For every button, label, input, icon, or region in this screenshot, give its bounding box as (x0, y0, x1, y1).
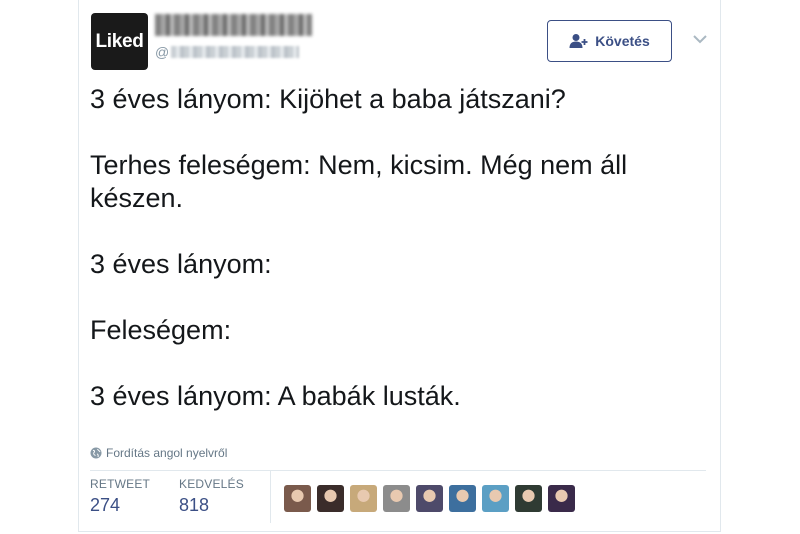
tweet-line: Terhes feleségem: Nem, kicsim. Még nem á… (90, 150, 628, 180)
liker-avatars (284, 485, 581, 512)
tweet-line: Feleségem: (90, 315, 232, 345)
handle-at-sign: @ (155, 44, 170, 60)
tweet-line: 3 éves lányom: A babák lusták. (90, 381, 461, 411)
liker-avatar[interactable] (482, 485, 509, 512)
user-handle[interactable]: @ (155, 42, 300, 62)
tweet-card: Liked @ Követés 3 éves lányom: Kijöhet a… (78, 0, 721, 532)
add-user-icon (569, 34, 588, 48)
liker-avatar[interactable] (449, 485, 476, 512)
liker-avatar[interactable] (383, 485, 410, 512)
chevron-down-icon[interactable] (691, 30, 709, 48)
likes-stat[interactable]: KEDVELÉS 818 (179, 477, 244, 516)
avatar[interactable]: Liked (91, 13, 148, 70)
translate-label: Fordítás angol nyelvről (106, 446, 228, 460)
follow-button[interactable]: Követés (547, 20, 672, 62)
liker-avatar[interactable] (350, 485, 377, 512)
likes-label: KEDVELÉS (179, 477, 244, 491)
liker-avatar[interactable] (284, 485, 311, 512)
retweet-count: 274 (90, 495, 121, 515)
liker-avatar[interactable] (317, 485, 344, 512)
liker-avatar[interactable] (515, 485, 542, 512)
stats-divider (90, 470, 706, 471)
avatar-logo-text: Liked (95, 30, 144, 52)
tweet-line: 3 éves lányom: Kijöhet a baba játszani? (90, 84, 566, 114)
translate-link[interactable]: Fordítás angol nyelvről (90, 445, 227, 461)
liker-avatar[interactable] (416, 485, 443, 512)
display-name-blurred[interactable] (155, 14, 312, 36)
handle-blurred (171, 46, 300, 58)
retweet-label: RETWEET (90, 477, 151, 491)
tweet-line: készen. (90, 183, 184, 213)
liker-avatar[interactable] (548, 485, 575, 512)
likes-count: 818 (179, 495, 210, 515)
follow-label: Követés (595, 33, 650, 49)
tweet-text: 3 éves lányom: Kijöhet a baba játszani? T… (90, 83, 710, 413)
globe-icon (90, 447, 102, 459)
retweet-stat[interactable]: RETWEET 274 (90, 477, 150, 516)
tweet-line: 3 éves lányom: (90, 249, 272, 279)
stats-vertical-divider (270, 470, 271, 523)
